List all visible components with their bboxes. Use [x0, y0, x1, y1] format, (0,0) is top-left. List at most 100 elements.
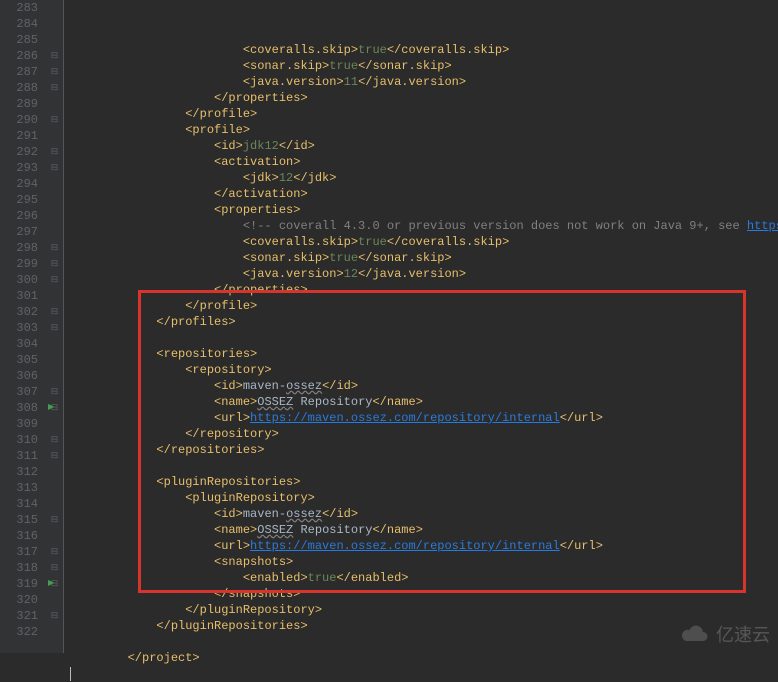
code-line[interactable]: <activation>	[70, 154, 778, 170]
fold-open-icon[interactable]: ⊟	[46, 112, 63, 128]
code-line[interactable]: <coveralls.skip>true</coveralls.skip>	[70, 234, 778, 250]
code-line[interactable]: <url>https://maven.ossez.com/repository/…	[70, 410, 778, 426]
code-line[interactable]: </activation>	[70, 186, 778, 202]
fold-open-icon[interactable]: ⊟	[46, 304, 63, 320]
line-number: 320	[0, 592, 38, 608]
line-number: 288	[0, 80, 38, 96]
fold-none	[46, 528, 63, 544]
token-attr-val: true	[308, 571, 337, 585]
token-tag: </properties>	[214, 283, 308, 297]
fold-gutter[interactable]: ⊟⊟⊟⊟⊟⊟⊟⊟⊟⊟⊟⊟▶⊟⊟⊟⊟⊟⊟▶⊟⊟	[46, 0, 64, 653]
code-line[interactable]: </profiles>	[70, 314, 778, 330]
code-line[interactable]: <id>maven-ossez</id>	[70, 506, 778, 522]
line-number: 317	[0, 544, 38, 560]
code-line[interactable]: </pluginRepository>	[70, 602, 778, 618]
code-line[interactable]: <id>jdk12</id>	[70, 138, 778, 154]
code-line[interactable]: <snapshots>	[70, 554, 778, 570]
code-line[interactable]: </properties>	[70, 282, 778, 298]
code-line[interactable]	[70, 458, 778, 474]
token-tag: </jdk>	[293, 171, 336, 185]
code-line[interactable]: <properties>	[70, 202, 778, 218]
code-line[interactable]: </pluginRepositories>	[70, 618, 778, 634]
code-line[interactable]: </repositories>	[70, 442, 778, 458]
line-number: 295	[0, 192, 38, 208]
fold-close-icon[interactable]: ⊟	[46, 144, 63, 160]
code-line[interactable]: <sonar.skip>true</sonar.skip>	[70, 250, 778, 266]
fold-none	[46, 480, 63, 496]
code-line[interactable]: <sonar.skip>true</sonar.skip>	[70, 58, 778, 74]
line-number: 304	[0, 336, 38, 352]
code-line[interactable]: <java.version>11</java.version>	[70, 74, 778, 90]
line-number: 314	[0, 496, 38, 512]
code-line[interactable]: <pluginRepositories>	[70, 474, 778, 490]
token-tag: </id>	[322, 379, 358, 393]
fold-open-icon[interactable]: ⊟	[46, 432, 63, 448]
fold-open-icon[interactable]: ⊟	[46, 320, 63, 336]
code-content[interactable]: <coveralls.skip>true</coveralls.skip> <s…	[64, 0, 778, 653]
line-number: 283	[0, 0, 38, 16]
token-tag: </id>	[322, 507, 358, 521]
fold-close-icon[interactable]: ⊟	[46, 256, 63, 272]
code-line[interactable]	[70, 330, 778, 346]
token-tag: </coveralls.skip>	[387, 43, 509, 57]
token-attr-val: true	[358, 43, 387, 57]
code-line[interactable]: </profile>	[70, 298, 778, 314]
fold-none	[46, 0, 63, 16]
fold-close-icon[interactable]: ⊟	[46, 384, 63, 400]
fold-close-icon[interactable]: ▶⊟	[46, 400, 63, 416]
fold-none	[46, 336, 63, 352]
token-attr-val: jdk12	[243, 139, 279, 153]
code-editor[interactable]: 2832842852862872882892902912922932942952…	[0, 0, 778, 653]
code-line[interactable]: </properties>	[70, 90, 778, 106]
fold-none	[46, 416, 63, 432]
code-line[interactable]: <repository>	[70, 362, 778, 378]
code-line[interactable]: <coveralls.skip>true</coveralls.skip>	[70, 42, 778, 58]
fold-close-icon[interactable]: ⊟	[46, 544, 63, 560]
fold-close-icon[interactable]: ⊟	[46, 608, 63, 624]
line-number: 318	[0, 560, 38, 576]
fold-close-icon[interactable]: ⊟	[46, 64, 63, 80]
fold-open-icon[interactable]: ⊟	[46, 80, 63, 96]
line-number: 321	[0, 608, 38, 624]
code-line[interactable]: </repository>	[70, 426, 778, 442]
code-line[interactable]: </profile>	[70, 106, 778, 122]
fold-none	[46, 496, 63, 512]
fold-close-icon[interactable]: ⊟	[46, 240, 63, 256]
code-line[interactable]	[70, 634, 778, 650]
fold-close-icon[interactable]: ⊟	[46, 48, 63, 64]
fold-close-icon[interactable]: ▶⊟	[46, 576, 63, 592]
fold-close-icon[interactable]: ⊟	[46, 560, 63, 576]
token-tag: </pluginRepositories>	[156, 619, 307, 633]
code-line[interactable]: <pluginRepository>	[70, 490, 778, 506]
fold-open-icon[interactable]: ⊟	[46, 448, 63, 464]
code-line[interactable]: <name>OSSEZ Repository</name>	[70, 522, 778, 538]
token-attr-val: 11	[344, 75, 358, 89]
fold-close-icon[interactable]: ⊟	[46, 272, 63, 288]
code-line[interactable]: <enabled>true</enabled>	[70, 570, 778, 586]
token-tag: </snapshots>	[214, 587, 300, 601]
code-line[interactable]: <!-- coverall 4.3.0 or previous version …	[70, 218, 778, 234]
code-line[interactable]: <java.version>12</java.version>	[70, 266, 778, 282]
code-line[interactable]: </project>	[70, 650, 778, 666]
code-line[interactable]: <url>https://maven.ossez.com/repository/…	[70, 538, 778, 554]
code-line[interactable]: <profile>	[70, 122, 778, 138]
line-number: 319	[0, 576, 38, 592]
token-link: https://github.co	[747, 219, 778, 233]
token-attr-val: 12	[279, 171, 293, 185]
fold-none	[46, 16, 63, 32]
token-tag: </coveralls.skip>	[387, 235, 509, 249]
code-line[interactable]: <repositories>	[70, 346, 778, 362]
code-line[interactable]	[70, 666, 778, 682]
code-line[interactable]: </snapshots>	[70, 586, 778, 602]
line-number: 315	[0, 512, 38, 528]
line-number: 313	[0, 480, 38, 496]
code-line[interactable]: <name>OSSEZ Repository</name>	[70, 394, 778, 410]
line-number: 322	[0, 624, 38, 640]
fold-open-icon[interactable]: ⊟	[46, 160, 63, 176]
code-line[interactable]: <id>maven-ossez</id>	[70, 378, 778, 394]
fold-open-icon[interactable]: ⊟	[46, 512, 63, 528]
code-line[interactable]: <jdk>12</jdk>	[70, 170, 778, 186]
line-number: 316	[0, 528, 38, 544]
token-tag: <id>	[214, 139, 243, 153]
fold-none	[46, 624, 63, 640]
